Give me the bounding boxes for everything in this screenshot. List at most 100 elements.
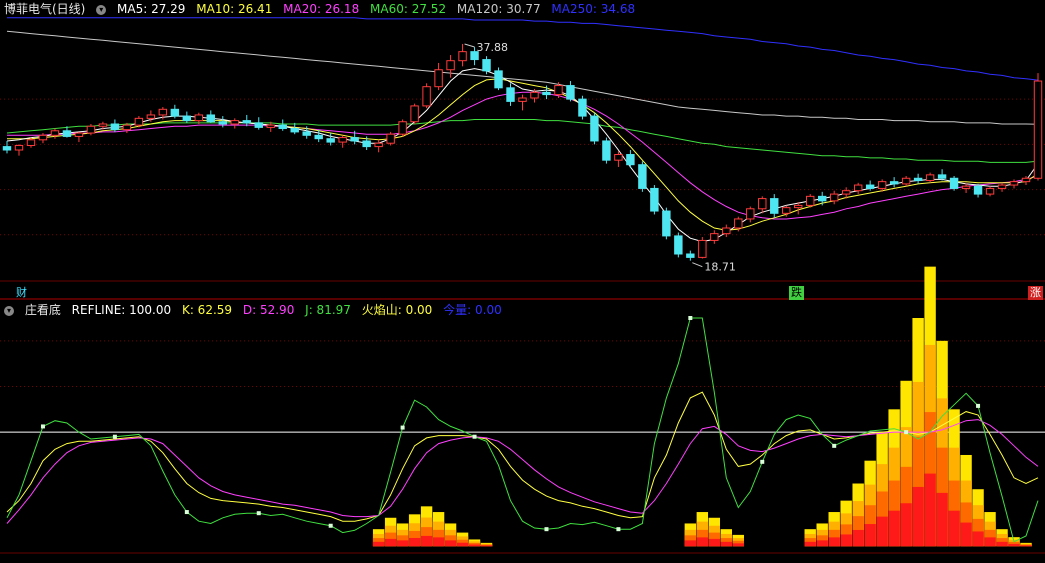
candle-body	[350, 137, 359, 142]
fire-bar	[384, 538, 397, 547]
fire-bar	[696, 537, 709, 547]
j-marker	[688, 316, 693, 320]
candle-body	[853, 184, 863, 192]
candle-body	[134, 117, 144, 126]
candle-body	[122, 124, 132, 131]
candle-body	[710, 233, 719, 241]
fire-bar	[948, 510, 960, 547]
candle-body	[218, 121, 228, 125]
fire-bar	[444, 540, 457, 547]
candle-body	[734, 218, 743, 229]
indicator-title[interactable]: 庄看底	[25, 303, 61, 317]
j-marker	[256, 511, 261, 516]
candle-body	[434, 69, 443, 88]
candle-body	[362, 140, 371, 148]
candle-body	[290, 128, 299, 133]
candle-body	[758, 198, 767, 210]
fire-bar	[372, 541, 385, 547]
j-marker	[616, 527, 621, 532]
j-marker	[400, 425, 405, 430]
fire-bar	[420, 535, 433, 547]
candle-body	[925, 174, 935, 182]
candle-body	[913, 177, 923, 182]
candle-body	[1033, 80, 1043, 179]
main-title[interactable]: 博菲电气(日线)	[4, 2, 85, 16]
candle-body	[877, 181, 887, 189]
candle-body	[482, 59, 491, 72]
chart-canvas: 37.88 18.71	[0, 17, 1045, 554]
candle-body	[146, 114, 156, 119]
candle-body	[386, 133, 395, 144]
fire-label: 火焰山: 0.00	[361, 303, 433, 317]
j-marker	[40, 424, 45, 429]
ma60-label: MA60: 27.52	[370, 2, 447, 16]
candle-body	[158, 108, 168, 116]
candle-body	[446, 60, 455, 71]
ma250-label: MA250: 34.68	[551, 2, 636, 16]
fire-bar	[936, 492, 948, 547]
fire-bar	[828, 537, 840, 547]
candle-body	[650, 187, 659, 212]
fire-bar	[972, 531, 984, 547]
ma60-line	[6, 119, 1039, 163]
high-pointer	[464, 43, 475, 48]
toggle-icon[interactable]: ▾	[96, 4, 107, 15]
candle-body	[829, 193, 839, 202]
candle-body	[110, 123, 120, 131]
candle-body	[937, 174, 947, 179]
candle-body	[182, 115, 192, 122]
candle-body	[985, 187, 995, 195]
candle-body	[698, 239, 707, 258]
j-marker	[184, 510, 189, 515]
fire-bar	[1008, 543, 1020, 547]
candle-body	[674, 235, 683, 255]
fire-bar	[816, 540, 828, 547]
candle-body	[494, 70, 503, 89]
j-marker	[760, 459, 765, 464]
candle-body	[949, 177, 959, 189]
candle-body	[722, 227, 731, 235]
candle-body	[410, 105, 419, 123]
candle-body	[74, 132, 84, 137]
candle-body	[398, 121, 407, 135]
ma20-label: MA20: 26.18	[283, 2, 360, 16]
candle-body	[458, 51, 467, 62]
candle-body	[26, 139, 36, 146]
low-pointer	[692, 262, 703, 268]
candle-body	[626, 154, 635, 166]
j-marker	[544, 527, 549, 532]
finance-badge[interactable]: 财	[14, 286, 29, 300]
toggle-icon[interactable]: ▾	[4, 305, 14, 316]
candle-body	[206, 114, 216, 123]
candle-body	[686, 253, 695, 258]
fire-bar	[960, 522, 972, 547]
candle-body	[901, 177, 911, 185]
candle-body	[326, 138, 335, 143]
candle-body	[62, 130, 72, 137]
candle-body	[889, 181, 899, 185]
candle-body	[314, 134, 323, 140]
candle-body	[961, 185, 971, 189]
fire-bar	[684, 540, 697, 547]
j-marker	[328, 523, 333, 528]
chart-stage: 37.88 18.71 博菲电气(日线) ▾ MA5: 27.29 MA10: 2…	[0, 0, 1045, 560]
candle-body	[817, 195, 827, 202]
fire-bar	[396, 540, 409, 547]
candle-body	[602, 140, 611, 161]
candle-body	[338, 137, 347, 143]
drop-badge[interactable]: 跌	[789, 286, 804, 300]
candle-body	[782, 207, 791, 214]
candle-body	[997, 184, 1007, 189]
candle-body	[50, 130, 60, 136]
low-annotation: 18.71	[704, 261, 736, 274]
candle-body	[242, 120, 251, 124]
candle-body	[86, 125, 96, 134]
ma5-line	[6, 68, 1039, 243]
candle-body	[230, 120, 239, 125]
indicator-header: ▾ 庄看底 REFLINE: 100.00 K: 62.59 D: 52.90 …	[4, 301, 509, 319]
candle-body	[170, 108, 180, 117]
candle-body	[266, 124, 275, 128]
candle-body	[254, 122, 263, 128]
ma5-label: MA5: 27.29	[117, 2, 186, 16]
rise-badge[interactable]: 涨	[1028, 286, 1043, 300]
